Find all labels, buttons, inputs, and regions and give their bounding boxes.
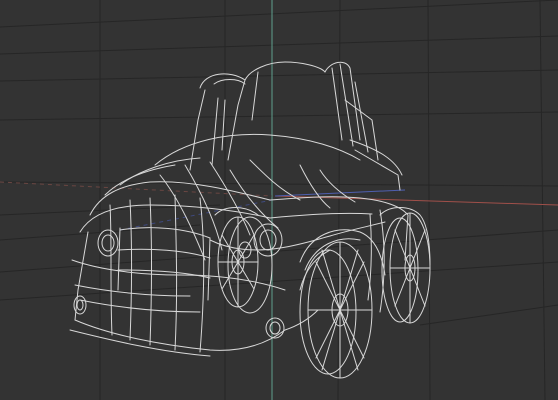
viewport-canvas[interactable] bbox=[0, 0, 558, 400]
grid-line bbox=[539, 0, 546, 400]
grid-line bbox=[0, 35, 558, 55]
grid-line bbox=[0, 69, 558, 82]
grid-line bbox=[0, 229, 558, 273]
fog-lights bbox=[73, 295, 285, 339]
grid-line bbox=[0, 0, 558, 28]
world-axes bbox=[0, 0, 558, 400]
axis-z-line bbox=[274, 189, 406, 197]
grid-line bbox=[0, 111, 558, 121]
grid-line bbox=[427, 0, 431, 400]
wheel-rear-right bbox=[381, 212, 431, 324]
grid-line bbox=[0, 181, 558, 187]
roll-cage bbox=[189, 61, 403, 191]
3d-viewport[interactable] bbox=[0, 0, 558, 400]
grid-line bbox=[419, 304, 558, 326]
grid-line bbox=[0, 261, 558, 301]
wheel-front-right bbox=[299, 241, 373, 379]
car-model-wireframe[interactable] bbox=[69, 61, 431, 379]
perspective-grid bbox=[0, 0, 558, 400]
